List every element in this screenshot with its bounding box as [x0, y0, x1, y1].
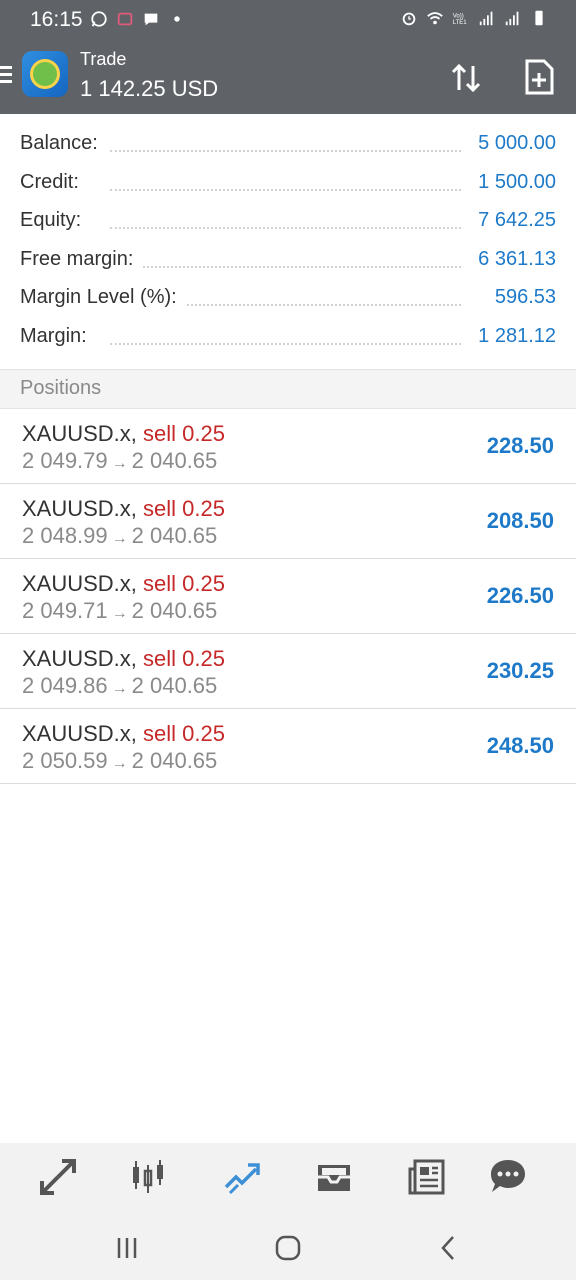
summary-label: Balance:	[20, 132, 106, 155]
system-nav-bar	[0, 1213, 576, 1280]
open-price: 2 049.86	[22, 673, 108, 698]
chart-icon[interactable]	[128, 1157, 168, 1197]
home-icon[interactable]	[273, 1233, 303, 1263]
summary-row-margin: Margin: 1 281.12	[0, 319, 576, 358]
position-row[interactable]: XAUUSD.x, sell 0.25 2 049.79 → 2 040.65 22…	[0, 409, 576, 484]
app-bar: Trade 1 142.25 USD	[0, 40, 576, 114]
open-price: 2 048.99	[22, 523, 108, 548]
open-price: 2 049.79	[22, 448, 108, 473]
volte-icon: Vo))LTE1	[453, 13, 468, 26]
position-symbol: XAUUSD.x,	[22, 721, 137, 746]
position-profit: 248.50	[486, 733, 554, 758]
account-summary: Balance: 5 000.00 Credit: 1 500.00 Equit…	[0, 126, 576, 357]
summary-value: 7 642.25	[470, 209, 556, 232]
position-side: sell 0.25	[143, 721, 225, 746]
position-profit: 226.50	[486, 583, 554, 608]
summary-value: 5 000.00	[470, 132, 556, 155]
arrow-right-icon: →	[111, 530, 128, 547]
position-row[interactable]: XAUUSD.x, sell 0.25 2 048.99 → 2 040.65 20…	[0, 484, 576, 559]
position-symbol: XAUUSD.x,	[22, 496, 137, 521]
metatrader-logo-icon	[22, 51, 68, 97]
position-side: sell 0.25	[143, 421, 225, 446]
position-side: sell 0.25	[143, 571, 225, 596]
account-profit: 1 142.25 USD	[80, 76, 219, 101]
arrow-right-icon: →	[111, 755, 128, 772]
chat-icon[interactable]	[488, 1157, 528, 1197]
sort-icon[interactable]	[448, 60, 484, 96]
bottom-nav	[0, 1143, 576, 1213]
alarm-icon	[402, 12, 416, 26]
news-icon[interactable]	[407, 1157, 447, 1197]
position-profit: 208.50	[486, 508, 554, 533]
status-bar: 16:15 Vo)) LTE1	[0, 0, 576, 40]
positions-header: Positions	[0, 369, 576, 409]
current-price: 2 040.65	[131, 523, 218, 548]
new-order-icon[interactable]	[522, 58, 556, 96]
position-side: sell 0.25	[143, 646, 225, 671]
summary-label: Margin:	[20, 324, 95, 348]
summary-row-margin-level: Margin Level (%): 596.53	[0, 280, 576, 319]
arrow-right-icon: →	[111, 605, 128, 622]
signal-icon	[479, 11, 493, 26]
svg-text:Vo)): Vo))	[453, 13, 464, 19]
notification-icon	[117, 12, 133, 26]
page-title: Trade	[80, 49, 127, 69]
chat-icon	[144, 13, 158, 26]
quotes-icon[interactable]	[38, 1157, 78, 1197]
dot-icon	[174, 16, 180, 22]
arrow-right-icon: →	[111, 680, 128, 697]
current-price: 2 040.65	[131, 748, 218, 773]
recent-apps-icon[interactable]	[112, 1233, 142, 1263]
open-price: 2 050.59	[22, 748, 108, 773]
whatsapp-icon	[91, 11, 107, 27]
position-row[interactable]: XAUUSD.x, sell 0.25 2 050.59 → 2 040.65 24…	[0, 709, 576, 784]
history-icon[interactable]	[314, 1157, 354, 1197]
summary-value: 1 281.12	[470, 324, 556, 348]
summary-value: 1 500.00	[470, 170, 556, 194]
back-icon[interactable]	[434, 1233, 464, 1263]
position-profit: 230.25	[486, 658, 554, 683]
position-profit: 228.50	[486, 433, 554, 458]
summary-label: Credit:	[20, 170, 87, 194]
arrow-right-icon: →	[111, 455, 128, 472]
summary-value: 596.53	[486, 286, 556, 309]
menu-icon[interactable]	[0, 66, 14, 86]
summary-label: Free margin:	[20, 247, 142, 271]
summary-row-balance: Balance: 5 000.00	[0, 126, 576, 165]
summary-label: Margin Level (%):	[20, 286, 185, 309]
current-price: 2 040.65	[131, 673, 218, 698]
open-price: 2 049.71	[22, 598, 108, 623]
position-row[interactable]: XAUUSD.x, sell 0.25 2 049.71 → 2 040.65 22…	[0, 559, 576, 634]
position-row[interactable]: XAUUSD.x, sell 0.25 2 049.86 → 2 040.65 23…	[0, 634, 576, 709]
position-side: sell 0.25	[143, 496, 225, 521]
positions-header-label: Positions	[20, 377, 102, 399]
position-symbol: XAUUSD.x,	[22, 421, 137, 446]
positions-list: XAUUSD.x, sell 0.25 2 049.79 → 2 040.65 22…	[0, 409, 576, 784]
signal-icon	[505, 11, 519, 26]
summary-value: 6 361.13	[470, 247, 556, 271]
trade-icon[interactable]	[222, 1157, 262, 1197]
position-symbol: XAUUSD.x,	[22, 571, 137, 596]
wifi-icon	[427, 12, 443, 25]
summary-label: Equity:	[20, 209, 90, 232]
current-price: 2 040.65	[131, 448, 218, 473]
summary-row-credit: Credit: 1 500.00	[0, 165, 576, 204]
status-time: 16:15	[30, 8, 83, 31]
battery-icon	[535, 10, 543, 26]
svg-text:LTE1: LTE1	[453, 20, 468, 26]
summary-row-equity: Equity: 7 642.25	[0, 203, 576, 242]
current-price: 2 040.65	[131, 598, 218, 623]
position-symbol: XAUUSD.x,	[22, 646, 137, 671]
summary-row-free-margin: Free margin: 6 361.13	[0, 242, 576, 281]
